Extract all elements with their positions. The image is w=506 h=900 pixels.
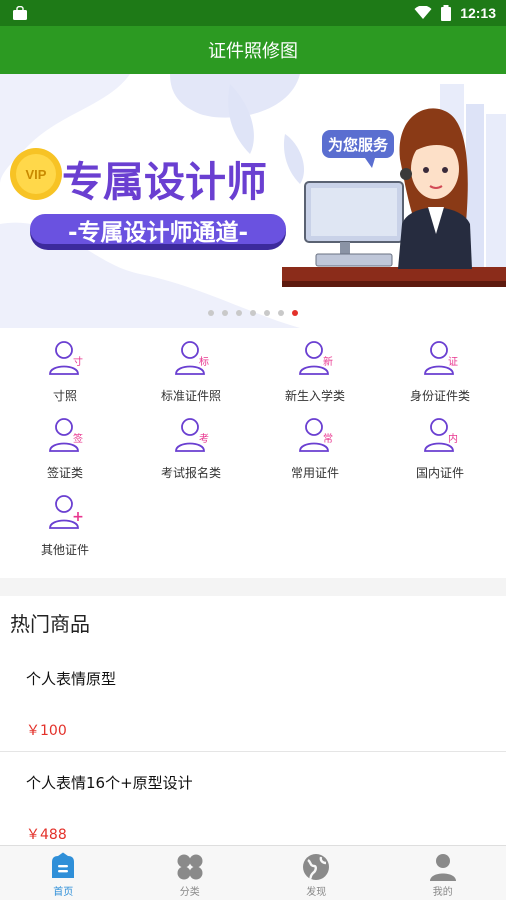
app-bar: 证件照修图 <box>0 26 506 74</box>
wifi-icon <box>414 6 432 19</box>
carousel-dot-active[interactable] <box>292 310 298 316</box>
status-bar: 12:13 <box>0 0 506 26</box>
tab-label: 分类 <box>179 887 200 898</box>
vip-coin-icon: VIP <box>10 148 62 200</box>
category-item-visa[interactable]: 签 签证类 <box>2 411 128 483</box>
section-divider <box>0 578 506 596</box>
tab-label: 我的 <box>432 887 453 898</box>
person-badge-icon: 标 <box>175 341 209 375</box>
tab-label: 发现 <box>306 887 327 898</box>
tab-discover[interactable]: 发现 <box>253 846 380 900</box>
badge-text: 标 <box>199 356 209 368</box>
category-item-standard[interactable]: 标 标准证件照 <box>128 334 254 406</box>
person-badge-icon: 内 <box>424 418 458 452</box>
tab-home[interactable]: 首页 <box>0 846 127 900</box>
carousel-indicator <box>0 310 506 316</box>
status-time: 12:13 <box>460 5 496 21</box>
banner-subline: -专属设计师通道- <box>68 219 248 246</box>
tab-profile[interactable]: 我的 <box>380 846 506 900</box>
category-label: 其他证件 <box>40 543 89 557</box>
person-badge-icon: 签 <box>49 418 83 452</box>
person-badge-icon: 证 <box>424 341 458 375</box>
tab-category[interactable]: 分类 <box>127 846 254 900</box>
carousel-dot[interactable] <box>208 310 214 316</box>
person-badge-icon: 常 <box>299 418 333 452</box>
designer-illustration <box>398 108 472 269</box>
category-item-id[interactable]: 证 身份证件类 <box>377 334 503 406</box>
badge-text: 签 <box>73 432 83 445</box>
banner-illustration: VIP 专属设计师 -专属设计师通道- 为您服务 <box>0 74 506 328</box>
battery-icon <box>441 5 452 21</box>
product-name: 个人表情16个+原型设计 <box>26 774 193 792</box>
badge-text: 寸 <box>73 355 83 368</box>
carousel-dot[interactable] <box>264 310 270 316</box>
carousel-dot[interactable] <box>222 310 228 316</box>
category-label: 新生入学类 <box>284 389 345 403</box>
banner-headline: 专属设计师 <box>62 158 267 206</box>
category-label: 考试报名类 <box>160 466 221 480</box>
category-icon <box>177 854 203 880</box>
category-label: 标准证件照 <box>160 389 221 403</box>
category-item-enrollment[interactable]: 新 新生入学类 <box>252 334 378 406</box>
badge-text: + <box>72 509 84 525</box>
category-item-other[interactable]: + 其他证件 <box>2 488 128 560</box>
carousel-dot[interactable] <box>250 310 256 316</box>
page-title: 证件照修图 <box>208 41 298 62</box>
product-card[interactable]: 个人表情16个+原型设计 ￥488 <box>0 752 506 856</box>
user-icon <box>429 854 456 881</box>
tab-label: 首页 <box>53 887 74 898</box>
carousel-dot[interactable] <box>278 310 284 316</box>
person-badge-icon: 新 <box>299 341 333 375</box>
bottom-tab-bar: 首页 分类 发现 我的 <box>0 845 506 900</box>
category-item-exam[interactable]: 考 考试报名类 <box>128 411 254 483</box>
person-badge-icon: 寸 <box>49 341 83 375</box>
product-price: ￥488 <box>26 827 67 843</box>
product-price: ￥100 <box>26 723 67 739</box>
badge-text: 内 <box>448 432 458 445</box>
category-item-domestic[interactable]: 内 国内证件 <box>377 411 503 483</box>
home-icon <box>52 852 75 878</box>
category-item-common[interactable]: 常 常用证件 <box>252 411 378 483</box>
category-label: 国内证件 <box>415 466 464 480</box>
category-label: 寸照 <box>52 389 77 403</box>
product-card[interactable]: 个人表情原型 ￥100 <box>0 648 506 752</box>
badge-text: 证 <box>448 356 458 368</box>
category-label: 身份证件类 <box>409 389 470 403</box>
category-label: 签证类 <box>46 466 83 480</box>
person-add-icon: + <box>49 495 84 529</box>
badge-text: 新 <box>323 355 333 368</box>
category-grid: 寸 寸照 标 标准证件照 新 新生入学类 证 身份证件类 签 签证类 考 考试报… <box>0 334 506 578</box>
shopping-bag-icon <box>13 6 27 20</box>
banner-carousel[interactable]: VIP 专属设计师 -专属设计师通道- 为您服务 <box>0 74 506 328</box>
banner-bubble: 为您服务 <box>328 136 389 154</box>
globe-icon <box>303 854 330 880</box>
category-label: 常用证件 <box>290 466 339 480</box>
badge-text: 考 <box>199 433 209 445</box>
person-badge-icon: 考 <box>175 418 209 452</box>
category-item-cun[interactable]: 寸 寸照 <box>2 334 128 406</box>
carousel-dot[interactable] <box>236 310 242 316</box>
vip-coin-text: VIP <box>26 167 47 182</box>
product-name: 个人表情原型 <box>26 670 117 688</box>
badge-text: 常 <box>323 432 333 445</box>
hot-products-title: 热门商品 <box>10 612 90 636</box>
